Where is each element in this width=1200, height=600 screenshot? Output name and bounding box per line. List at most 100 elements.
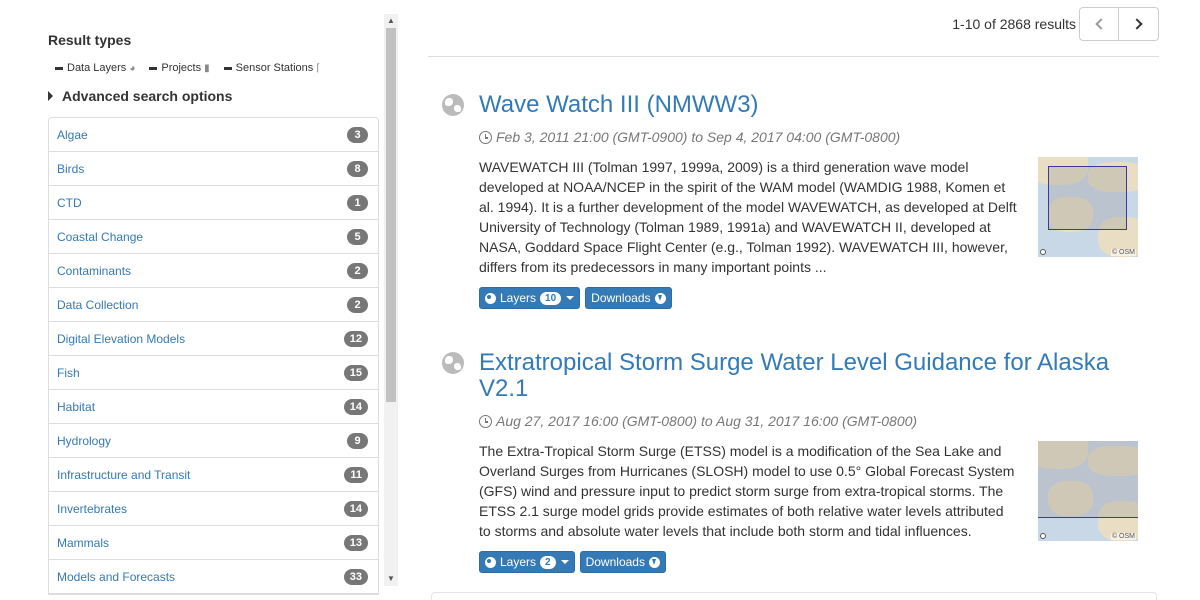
category-item-habitat[interactable]: Habitat 14 — [49, 390, 378, 424]
category-count-badge: 14 — [343, 500, 368, 517]
result-date-text: Feb 3, 2011 21:00 (GMT-0900) to Sep 4, 2… — [496, 129, 901, 145]
category-count-badge: 8 — [347, 160, 368, 177]
next-result-card — [431, 592, 1157, 600]
category-count-badge: 2 — [347, 296, 368, 313]
clock-icon — [479, 130, 492, 144]
category-item-coastal-change[interactable]: Coastal Change 5 — [49, 220, 378, 254]
legend-label: Sensor Stations — [235, 62, 314, 74]
category-label: Data Collection — [57, 297, 139, 312]
divider — [428, 56, 1159, 57]
category-item-birds[interactable]: Birds 8 — [49, 152, 378, 186]
legend-label: Data Layers — [67, 62, 127, 74]
result-map-thumbnail[interactable]: © OSM — [1038, 441, 1138, 541]
result-date-text: Aug 27, 2017 16:00 (GMT-0800) to Aug 31,… — [496, 413, 918, 429]
category-count-badge: 12 — [343, 330, 368, 347]
search-result: Extratropical Storm Surge Water Level Gu… — [440, 350, 1160, 580]
result-title-link[interactable]: Extratropical Storm Surge Water Level Gu… — [479, 350, 1129, 402]
map-bounding-box — [1048, 166, 1127, 230]
category-item-mammals[interactable]: Mammals 13 — [49, 526, 378, 560]
globe-icon — [485, 292, 496, 304]
category-label: Models and Forecasts — [57, 569, 176, 584]
category-label: Invertebrates — [57, 501, 128, 516]
category-item-ctd[interactable]: CTD 1 — [49, 186, 378, 220]
map-reset-icon[interactable] — [1040, 249, 1046, 255]
search-result: Wave Watch III (NMWW3) Feb 3, 2011 21:00… — [440, 92, 1160, 322]
result-map-thumbnail[interactable]: © OSM — [1038, 157, 1138, 257]
result-title-link[interactable]: Wave Watch III (NMWW3) — [479, 92, 1129, 118]
category-label: Habitat — [57, 399, 96, 414]
category-item-digital-elevation-models[interactable]: Digital Elevation Models 12 — [49, 322, 378, 356]
category-label: Hydrology — [57, 433, 112, 448]
category-count-badge: 2 — [347, 262, 368, 279]
category-label: Contaminants — [57, 263, 132, 278]
category-item-algae[interactable]: Algae 3 — [49, 118, 378, 152]
downloads-label: Downloads — [591, 291, 651, 305]
category-count-badge: 11 — [344, 466, 368, 483]
sensor-icon: ⌈ — [316, 62, 321, 74]
category-item-fish[interactable]: Fish 15 — [49, 356, 378, 390]
advanced-search-toggle[interactable]: Advanced search options — [48, 88, 232, 104]
scroll-down-arrow-icon[interactable]: ▼ — [384, 572, 398, 586]
legend-projects[interactable]: Projects ▮ — [149, 62, 210, 74]
results-panel: 1-10 of 2868 results Wave Watch III (NMW… — [428, 0, 1160, 600]
caret-right-icon — [48, 91, 53, 101]
globe-icon: ◕ — [129, 62, 136, 74]
pager — [1079, 7, 1159, 41]
map-attribution: © OSM — [1110, 533, 1136, 540]
category-list: Algae 3 Birds 8 CTD 1 Coastal Change 5 C… — [48, 117, 379, 595]
next-page-button[interactable] — [1119, 7, 1159, 41]
category-count-badge: 5 — [347, 228, 368, 245]
legend-sensor-stations[interactable]: Sensor Stations ⌈ — [223, 62, 321, 74]
layers-count-badge: 10 — [540, 291, 562, 305]
sidebar-scroll-area: Result types Data Layers ◕ Projects ▮ Se… — [0, 0, 384, 600]
download-icon — [648, 556, 660, 568]
map-bounding-box — [1038, 441, 1138, 518]
sidebar-scrollbar[interactable]: ▲ ▼ — [384, 14, 398, 586]
map-reset-icon[interactable] — [1040, 533, 1046, 539]
layers-label: Layers — [500, 555, 537, 569]
layers-count-badge: 2 — [540, 555, 556, 569]
category-label: Infrastructure and Transit — [57, 467, 191, 482]
book-icon: ▮ — [204, 62, 210, 74]
globe-icon — [442, 352, 464, 374]
clock-icon — [479, 414, 492, 428]
category-item-contaminants[interactable]: Contaminants 2 — [49, 254, 378, 288]
sidebar: Result types Data Layers ◕ Projects ▮ Se… — [0, 0, 400, 600]
chevron-left-icon — [1095, 18, 1107, 30]
legend-label: Projects — [161, 62, 202, 74]
globe-icon — [485, 556, 496, 568]
downloads-button[interactable]: Downloads — [579, 551, 666, 573]
category-item-hydrology[interactable]: Hydrology 9 — [49, 424, 378, 458]
category-item-models-and-forecasts[interactable]: Models and Forecasts 33 — [49, 560, 378, 594]
category-count-badge: 3 — [347, 126, 368, 143]
chevron-right-icon — [1130, 18, 1143, 30]
layers-label: Layers — [500, 291, 537, 305]
layers-dropdown-button[interactable]: Layers 10 — [479, 287, 581, 309]
category-count-badge: 14 — [343, 398, 368, 415]
previous-page-button[interactable] — [1079, 7, 1119, 41]
scroll-up-arrow-icon[interactable]: ▲ — [384, 14, 398, 28]
map-attribution: © OSM — [1110, 249, 1136, 256]
category-label: CTD — [57, 195, 82, 210]
downloads-button[interactable]: Downloads — [585, 287, 672, 309]
category-label: Birds — [57, 161, 85, 176]
downloads-label: Downloads — [585, 555, 645, 569]
category-count-badge: 13 — [343, 534, 368, 551]
caret-down-icon — [560, 560, 569, 564]
category-label: Coastal Change — [57, 229, 144, 244]
category-label: Mammals — [57, 535, 110, 550]
advanced-search-label: Advanced search options — [62, 88, 233, 104]
scrollbar-thumb[interactable] — [386, 28, 396, 402]
category-count-badge: 33 — [343, 568, 368, 585]
globe-icon — [442, 94, 464, 116]
result-types-legend: Data Layers ◕ Projects ▮ Sensor Stations… — [55, 62, 334, 74]
result-description: The Extra-Tropical Storm Surge (ETSS) mo… — [479, 443, 1015, 539]
layers-dropdown-button[interactable]: Layers 2 — [479, 551, 575, 573]
category-item-invertebrates[interactable]: Invertebrates 14 — [49, 492, 378, 526]
category-item-data-collection[interactable]: Data Collection 2 — [49, 288, 378, 322]
result-actions: Layers 10 Downloads — [479, 287, 677, 309]
legend-data-layers[interactable]: Data Layers ◕ — [55, 62, 135, 74]
category-label: Digital Elevation Models — [57, 331, 186, 346]
category-label: Algae — [57, 127, 88, 142]
category-item-infrastructure-and-transit[interactable]: Infrastructure and Transit 11 — [49, 458, 378, 492]
